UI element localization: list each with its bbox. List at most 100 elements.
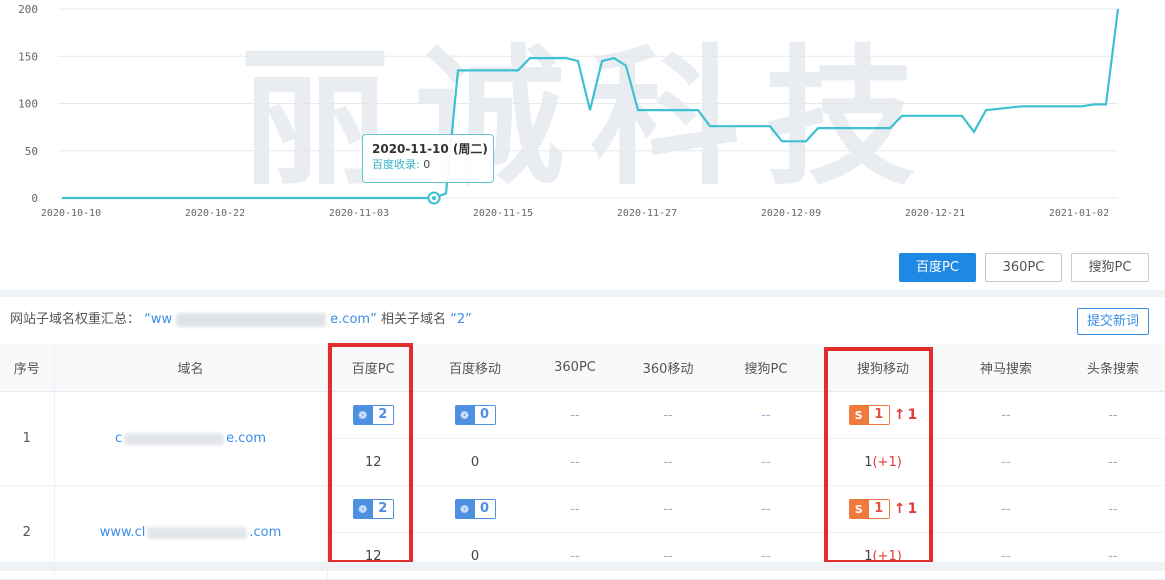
y-tick-label: 50 [25,145,38,158]
y-tick-label: 100 [18,98,38,111]
tooltip-line: 百度收录: 0 [372,158,431,171]
domain-redaction [124,432,225,445]
baidu-mobile-weight[interactable]: ❁ 0 [419,391,531,439]
x-tick-label: 2021-01-02 [1049,208,1109,219]
arrow-up-icon: ↑ [893,501,906,517]
so360-pc-rank: -- [531,532,619,580]
so360-pc-rank: -- [531,438,619,486]
y-tick-label: 150 [18,50,38,63]
sogou-mobile-weight[interactable]: S 1 ↑ 1 [815,391,951,439]
x-tick-label: 2020-11-15 [473,208,533,219]
watermark-text: 丽诚科技 [240,32,940,206]
table-row: 1 c e.com ❁ 2 ❁ 0 -- -- -- S 1 ↑ 1 -- -- [0,391,1165,486]
index-trend-chart: 丽诚科技 0 50 100 150 200 2020-10-10 2020-10-22 20… [0,0,1165,236]
bottom-band [0,562,1165,571]
engine-tab-360-pc[interactable]: 360PC [985,253,1062,282]
sogou-pc-weight: -- [717,485,815,533]
x-tick-label: 2020-11-27 [617,208,677,219]
domain-redaction [147,526,248,539]
baidu-pc-weight[interactable]: ❁ 2 [327,485,419,533]
rank-delta: (+1) [872,454,902,470]
so360-pc-weight: -- [531,391,619,439]
col-header-index: 序号 [0,344,55,392]
baidu-mobile-rank[interactable]: 0 [419,532,531,580]
so360-mobile-rank: -- [619,532,717,580]
baidu-mobile-rank[interactable]: 0 [419,438,531,486]
shenma-weight: -- [951,485,1061,533]
summary-count: 2 [456,312,466,327]
baidu-paw-icon: ❁ [454,499,475,519]
baidu-weight-badge[interactable]: ❁ 0 [454,499,496,519]
sogou-s-icon: S [848,499,869,519]
so360-mobile-rank: -- [619,438,717,486]
sogou-mobile-rank[interactable]: 1(+1) [815,532,951,580]
y-tick-label: 0 [31,192,38,205]
col-header-baidu-pc[interactable]: 百度PC [327,344,419,392]
sogou-pc-weight[interactable]: -- [717,391,815,439]
sogou-pc-rank: -- [717,532,815,580]
engine-switch: 百度PC 360PC 搜狗PC [0,253,1165,283]
baidu-weight-badge[interactable]: ❁ 2 [352,405,394,425]
section-divider [0,290,1165,297]
row-index: 1 [0,391,55,486]
baidu-weight-badge[interactable]: ❁ 2 [352,499,394,519]
sogou-mobile-rank[interactable]: 1(+1) [815,438,951,486]
watermark: 丽诚科技 [240,32,940,206]
baidu-pc-rank[interactable]: 12 [327,438,419,486]
row-domain[interactable]: c e.com [54,391,328,486]
arrow-up-icon: ↑ [893,407,906,423]
baidu-pc-weight[interactable]: ❁ 2 [327,391,419,439]
so360-mobile-weight: -- [619,485,717,533]
baidu-weight-badge[interactable]: ❁ 0 [454,405,496,425]
chart-tooltip: 2020-11-10 (周二) 百度收录: 0 [362,134,494,183]
subdomain-summary: 网站子域名权重汇总： “ww e.com” 相关子域名 “2” [10,308,472,332]
sogou-weight-badge[interactable]: S1 [848,499,890,519]
engine-tab-baidu-pc[interactable]: 百度PC [899,253,976,282]
summary-domain-start: ww [150,312,173,327]
baidu-paw-icon: ❁ [352,499,373,519]
table-header-row: 序号 域名 百度PC 百度移动 360PC 360移动 搜狗PC 搜狗移动 神马… [0,344,1165,392]
rise-value: 1 [907,407,918,423]
col-header-domain: 域名 [54,344,328,392]
baidu-paw-icon: ❁ [352,405,373,425]
col-header-toutiao[interactable]: 头条搜索 [1061,344,1165,392]
submit-new-keyword-button[interactable]: 提交新词 [1077,308,1149,335]
so360-mobile-weight: -- [619,391,717,439]
tooltip-value: 0 [423,158,431,171]
sogou-mobile-weight[interactable]: S 1 ↑ 1 [815,485,951,533]
sogou-pc-rank: -- [717,438,815,486]
col-header-baidu-mobile[interactable]: 百度移动 [419,344,531,392]
col-header-sogou-pc[interactable]: 搜狗PC [717,344,815,392]
table-row: 2 www.cl .com ❁ 2 ❁ 0 -- -- -- S 1 ↑ 1 -- -- [0,485,1165,580]
x-tick-label: 2020-10-10 [41,208,101,219]
baidu-paw-icon: ❁ [454,405,475,425]
so360-pc-weight: -- [531,485,619,533]
col-header-shenma[interactable]: 神马搜索 [951,344,1061,392]
y-tick-label: 200 [18,3,38,16]
trend-chart-svg: 丽诚科技 0 50 100 150 200 2020-10-10 2020-10-22 20… [18,3,1120,219]
x-tick-label: 2020-12-09 [761,208,821,219]
col-header-sogou-mobile[interactable]: 搜狗移动 [815,344,951,392]
summary-middle: 相关子域名 [380,312,446,327]
hover-point-core [432,196,436,200]
col-header-360-mobile[interactable]: 360移动 [619,344,717,392]
toutiao-weight: -- [1061,391,1165,439]
x-tick-label: 2020-12-21 [905,208,965,219]
x-tick-label: 2020-11-03 [329,208,389,219]
baidu-pc-rank[interactable]: 12 [327,532,419,580]
toutiao-rank: -- [1061,532,1165,580]
shenma-weight: -- [951,391,1061,439]
tooltip-label: 百度收录 [372,158,416,171]
engine-tab-sogou-pc[interactable]: 搜狗PC [1071,253,1149,282]
col-header-360-pc[interactable]: 360PC [531,344,619,392]
rise-value: 1 [907,501,918,517]
tooltip-date: 2020-11-10 (周二) [372,142,488,156]
summary-prefix: 网站子域名权重汇总： [10,312,141,327]
summary-domain-end: e.com [330,312,371,327]
sogou-weight-badge[interactable]: S1 [848,405,890,425]
baidu-mobile-weight[interactable]: ❁ 0 [419,485,531,533]
shenma-rank: -- [951,438,1061,486]
summary-domain-redaction [176,312,327,327]
subdomain-weight-table: 序号 域名 百度PC 百度移动 360PC 360移动 搜狗PC 搜狗移动 神马… [0,344,1165,580]
toutiao-rank: -- [1061,438,1165,486]
